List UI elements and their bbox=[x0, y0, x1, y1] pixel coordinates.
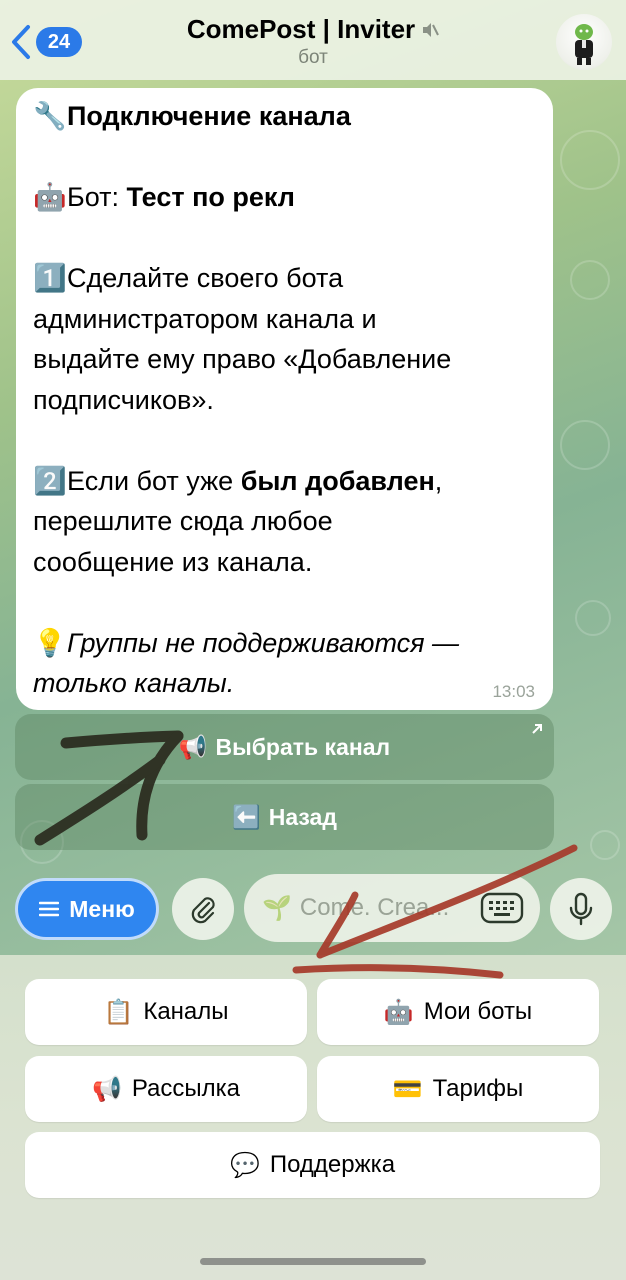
menu-button[interactable]: Меню bbox=[15, 878, 159, 940]
step1-line1: Сделайте своего бота bbox=[67, 263, 344, 293]
bot-label: Бот: bbox=[67, 182, 127, 212]
bot-avatar[interactable] bbox=[556, 14, 612, 70]
sprout-icon: 🌱 bbox=[262, 894, 292, 922]
step2-bold: был добавлен bbox=[240, 465, 435, 496]
note-line2: только каналы. bbox=[33, 668, 235, 698]
step1-line4: подписчиков». bbox=[33, 384, 214, 415]
attach-button[interactable] bbox=[172, 878, 234, 940]
menu-label: Меню bbox=[69, 895, 135, 922]
paperclip-icon bbox=[191, 897, 215, 924]
clipboard-icon: 📋 bbox=[103, 998, 134, 1026]
megaphone-icon: 📢 bbox=[178, 733, 208, 760]
keyboard-icon[interactable] bbox=[480, 892, 524, 924]
chat-header: 24 ComePost | Inviter бот bbox=[0, 0, 626, 80]
muted-icon bbox=[423, 22, 440, 37]
input-placeholder: Come. Crea... bbox=[299, 894, 450, 921]
chat-title-block[interactable]: ComePost | Inviter бот bbox=[0, 14, 626, 69]
step2-line3: сообщение из канала. bbox=[33, 546, 313, 577]
step2-prefix: Если бот уже bbox=[67, 465, 241, 496]
support-button[interactable]: 💬 Поддержка bbox=[25, 1132, 600, 1198]
external-link-icon bbox=[532, 724, 542, 734]
broadcast-button[interactable]: 📢 Рассылка bbox=[25, 1056, 307, 1122]
avatar-figure-icon bbox=[575, 24, 593, 65]
bot-name: Тест по рекл bbox=[126, 182, 295, 212]
step1-line3: выдайте ему право «Добавление bbox=[33, 344, 452, 374]
support-label: Поддержка bbox=[269, 1151, 396, 1178]
number-one-icon: 1️⃣ bbox=[33, 263, 67, 293]
wrench-icon: 🔧 bbox=[33, 101, 67, 131]
channels-label: Каналы bbox=[143, 998, 229, 1025]
step2-suffix: , bbox=[434, 465, 443, 496]
tariffs-button[interactable]: 💳 Тарифы bbox=[317, 1056, 599, 1122]
voice-button[interactable] bbox=[550, 878, 612, 940]
chat-subtitle: бот bbox=[298, 47, 328, 68]
choose-channel-label: Выбрать канал bbox=[215, 733, 391, 760]
credit-card-icon: 💳 bbox=[392, 1075, 423, 1103]
back-inline-label: Назад bbox=[268, 803, 337, 830]
bot-message-bubble: 🔧Подключение канала 🤖Бот: Тест по рекл 1… bbox=[16, 88, 553, 710]
tariffs-label: Тарифы bbox=[432, 1075, 524, 1102]
message-input[interactable]: 🌱 Come. Crea... bbox=[244, 874, 540, 942]
home-indicator bbox=[200, 1258, 426, 1265]
back-inline-button[interactable]: ⬅️ Назад bbox=[15, 784, 554, 850]
robot-icon: 🤖 bbox=[33, 182, 67, 212]
step1-line2: администратором канала и bbox=[33, 303, 377, 334]
channels-button[interactable]: 📋 Каналы bbox=[25, 979, 307, 1045]
note-line1: Группы не поддерживаются — bbox=[67, 627, 460, 658]
number-two-icon: 2️⃣ bbox=[33, 465, 67, 496]
broadcast-label: Рассылка bbox=[131, 1075, 241, 1102]
message-heading: Подключение канала bbox=[67, 101, 351, 131]
choose-channel-button[interactable]: 📢 Выбрать канал bbox=[15, 714, 554, 780]
lightbulb-icon: 💡 bbox=[33, 627, 67, 658]
chat-title: ComePost | Inviter bbox=[186, 14, 416, 44]
message-time: 13:03 bbox=[492, 682, 535, 701]
my-bots-label: Мои боты bbox=[423, 998, 533, 1025]
robot-icon: 🤖 bbox=[383, 998, 414, 1026]
hamburger-icon bbox=[39, 901, 60, 917]
left-arrow-icon: ⬅️ bbox=[232, 803, 261, 830]
megaphone-icon: 📢 bbox=[91, 1075, 122, 1103]
speech-bubble-icon: 💬 bbox=[229, 1151, 260, 1179]
my-bots-button[interactable]: 🤖 Мои боты bbox=[317, 979, 599, 1045]
step2-line2: перешлите сюда любое bbox=[33, 506, 333, 536]
microphone-icon bbox=[569, 892, 593, 926]
